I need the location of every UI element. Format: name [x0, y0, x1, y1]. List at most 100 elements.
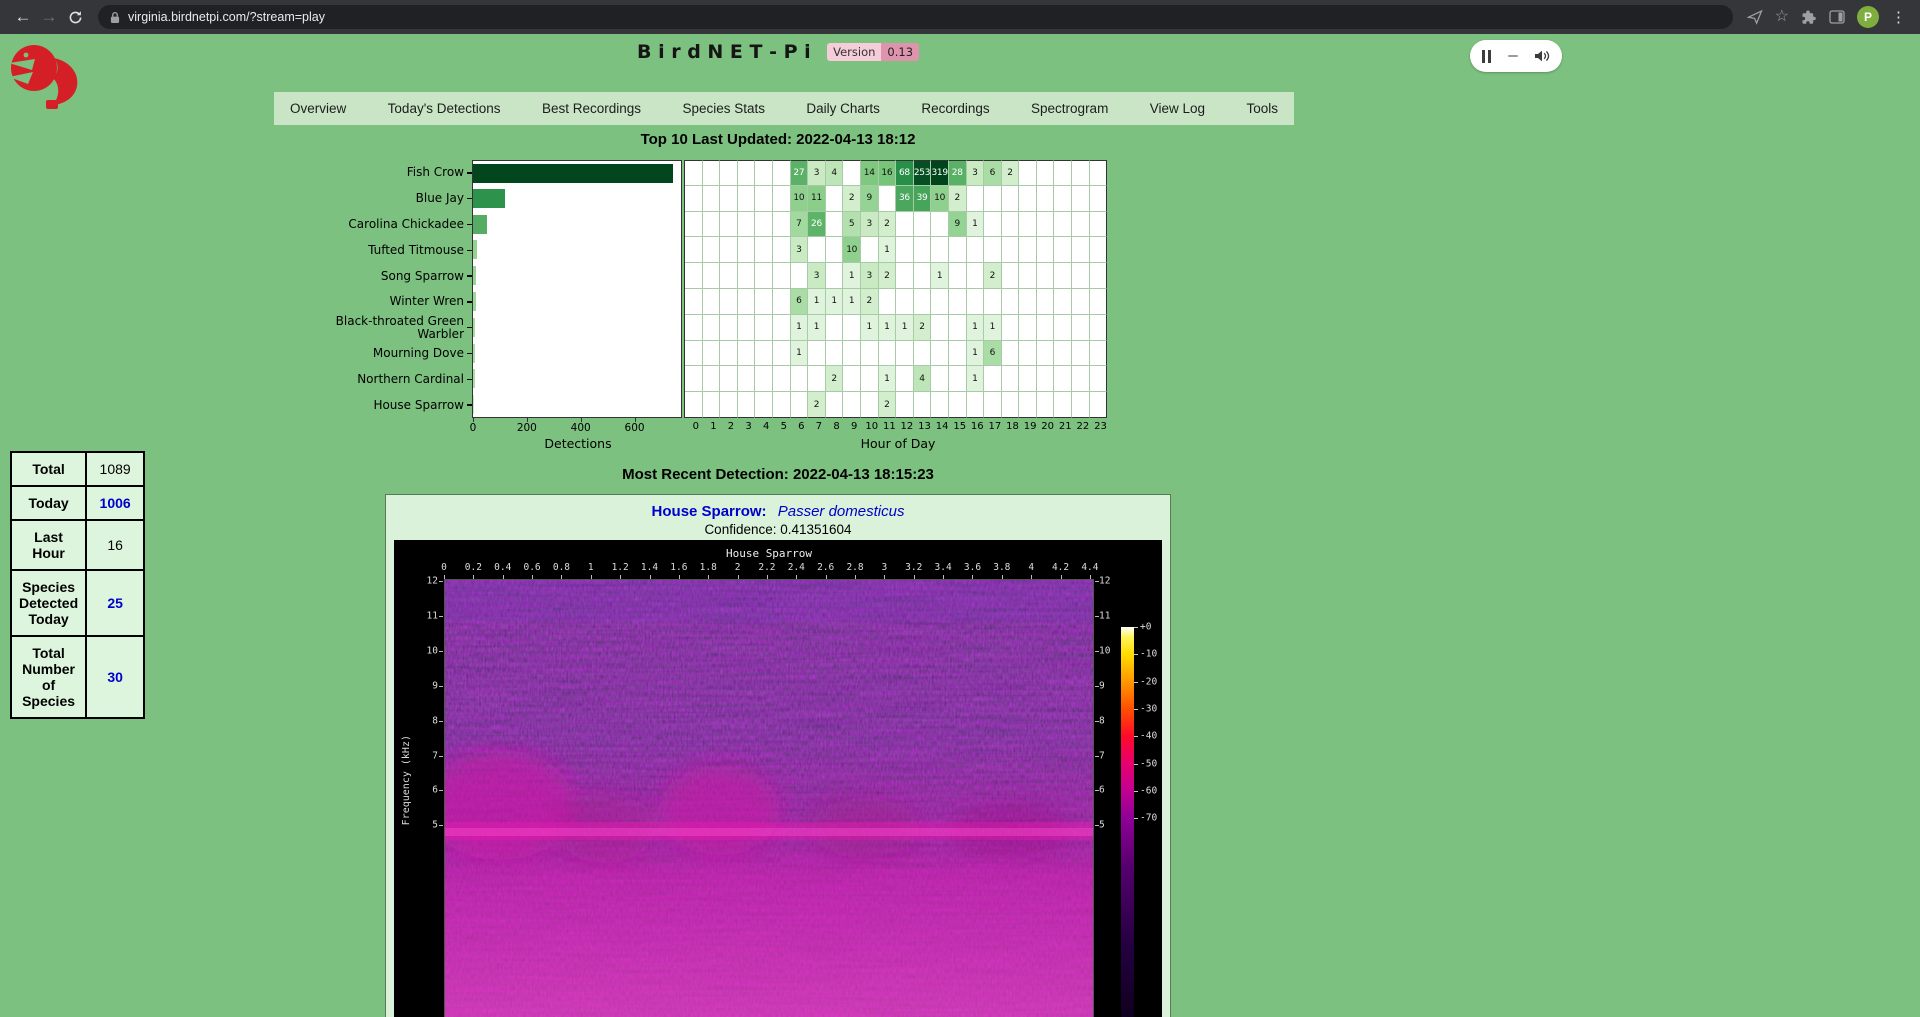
heat-cell [773, 289, 791, 315]
time-tick-label: 0.8 [553, 562, 570, 573]
heat-cell: 2 [808, 392, 826, 418]
volume-icon[interactable] [1534, 49, 1550, 63]
species-label: Blue Jay [298, 186, 472, 212]
time-tick-label: 2.6 [817, 562, 834, 573]
nav-item-species-stats[interactable]: Species Stats [682, 101, 765, 116]
heat-cell: 2 [843, 186, 861, 212]
audio-player[interactable] [1470, 40, 1562, 72]
time-tick [444, 575, 445, 579]
time-tick [1061, 575, 1062, 579]
time-tick [914, 575, 915, 579]
heat-cell [896, 341, 914, 367]
heat-cell: 319 [931, 160, 949, 186]
freq-tick [439, 756, 443, 757]
pause-icon[interactable] [1482, 50, 1491, 63]
heat-cell: 7 [791, 212, 809, 238]
heat-cell: 3 [791, 237, 809, 263]
heat-cell: 1 [967, 212, 985, 238]
heat-cell [738, 263, 756, 289]
chart-row-tufted-titmouse: Tufted Titmouse3101 [298, 237, 1110, 263]
heat-cell [1037, 366, 1055, 392]
heat-cell [1019, 341, 1037, 367]
heat-cell [773, 366, 791, 392]
hour-tick-label: 1 [705, 421, 723, 435]
heat-cell [1037, 341, 1055, 367]
extensions-icon[interactable] [1801, 9, 1817, 25]
heat-cell [1037, 160, 1055, 186]
hour-tick-label: 21 [1056, 421, 1074, 435]
nav-item-overview[interactable]: Overview [290, 101, 346, 116]
hour-tick-label: 0 [687, 421, 705, 435]
stat-label-total-number-of-species: Total Number of Species [11, 636, 86, 718]
freq-tick-label-right: 12 [1099, 576, 1125, 587]
heat-row: 11111211 [684, 315, 1107, 341]
stat-value-today[interactable]: 1006 [86, 486, 144, 520]
heat-cell [1037, 263, 1055, 289]
nav-item-tools[interactable]: Tools [1246, 101, 1278, 116]
forward-icon[interactable]: → [36, 4, 62, 30]
nav-item-daily-charts[interactable]: Daily Charts [806, 101, 880, 116]
species-scientific-name: Passer domesticus [778, 503, 905, 520]
nav-item-view-log[interactable]: View Log [1150, 101, 1205, 116]
bar-axis-tick-label: 0 [470, 422, 477, 434]
stats-table: Total1089Today1006Last Hour16Species Det… [10, 451, 145, 719]
send-icon[interactable] [1747, 9, 1763, 25]
heat-cell [931, 315, 949, 341]
heat-cell: 1 [879, 237, 897, 263]
heat-cell [1019, 186, 1037, 212]
side-panel-icon[interactable] [1829, 10, 1845, 24]
hour-tick-label: 7 [810, 421, 828, 435]
heat-cell [826, 263, 844, 289]
time-tick [826, 575, 827, 579]
detections-bar [473, 189, 505, 208]
heat-cell [703, 160, 721, 186]
heat-cell [791, 392, 809, 418]
heat-cell [1090, 341, 1108, 367]
heat-cell [1019, 392, 1037, 418]
profile-avatar[interactable]: P [1857, 6, 1879, 28]
nav-item-spectrogram[interactable]: Spectrogram [1031, 101, 1108, 116]
nav-item-best-recordings[interactable]: Best Recordings [542, 101, 641, 116]
heat-cell: 1 [984, 315, 1002, 341]
time-tick [679, 575, 680, 579]
reload-icon[interactable] [62, 4, 88, 30]
back-icon[interactable]: ← [10, 4, 36, 30]
heat-cell: 1 [791, 341, 809, 367]
heat-row: 22 [684, 392, 1107, 418]
hour-tick-label: 11 [881, 421, 899, 435]
menu-kebab-icon[interactable]: ⋮ [1891, 8, 1906, 26]
heat-cell [808, 237, 826, 263]
heat-cell [879, 289, 897, 315]
stat-value-total-number-of-species[interactable]: 30 [86, 636, 144, 718]
heat-cell [738, 160, 756, 186]
lock-icon [110, 11, 120, 24]
heat-cell [703, 212, 721, 238]
nav-item-today-s-detections[interactable]: Today's Detections [388, 101, 501, 116]
detections-bar [473, 266, 476, 285]
stat-value-species-detected-today[interactable]: 25 [86, 570, 144, 636]
freq-tick [439, 686, 443, 687]
heat-cell [773, 212, 791, 238]
bar-axis-tick-label: 600 [625, 422, 645, 434]
heat-cell [755, 315, 773, 341]
heat-cell [1019, 289, 1037, 315]
db-tick-label: -30 [1140, 703, 1162, 714]
time-tick [972, 575, 973, 579]
bar-axis-tick-label: 400 [571, 422, 591, 434]
freq-tick-label-left: 10 [412, 645, 438, 656]
heat-cell [1072, 237, 1090, 263]
nav-item-recordings[interactable]: Recordings [921, 101, 989, 116]
heat-row: 116 [684, 341, 1107, 367]
species-common-link[interactable]: House Sparrow: [652, 503, 767, 520]
seek-bar[interactable] [1508, 55, 1518, 57]
reload-glyph [68, 10, 83, 25]
bookmark-star-icon[interactable]: ☆ [1775, 9, 1789, 25]
heat-cell [949, 237, 967, 263]
heat-cell [1072, 212, 1090, 238]
heat-cell [861, 341, 879, 367]
heat-cell [755, 366, 773, 392]
heat-cell [1002, 366, 1020, 392]
url-bar[interactable]: virginia.birdnetpi.com/?stream=play [98, 5, 1733, 29]
db-tick-label: -20 [1140, 676, 1162, 687]
heat-cell [791, 263, 809, 289]
